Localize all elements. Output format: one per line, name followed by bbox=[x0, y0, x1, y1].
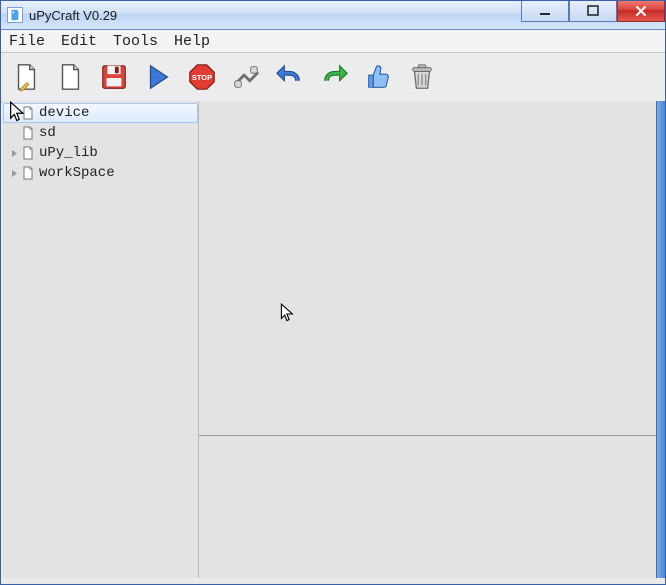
open-file-icon bbox=[55, 62, 85, 92]
run-icon bbox=[143, 62, 173, 92]
clear-button[interactable] bbox=[405, 60, 439, 94]
cursor-icon bbox=[9, 101, 27, 123]
expand-icon[interactable] bbox=[7, 146, 21, 160]
close-button[interactable] bbox=[617, 1, 665, 22]
menu-edit[interactable]: Edit bbox=[57, 31, 109, 52]
new-file-icon bbox=[11, 62, 41, 92]
svg-text:STOP: STOP bbox=[192, 73, 212, 82]
open-file-button[interactable] bbox=[53, 60, 87, 94]
body: device sd uPy_lib bbox=[3, 101, 657, 578]
expander-placeholder bbox=[7, 126, 21, 140]
sync-button[interactable] bbox=[361, 60, 395, 94]
undo-button[interactable] bbox=[273, 60, 307, 94]
console-area[interactable] bbox=[199, 436, 657, 578]
menubar: File Edit Tools Help bbox=[1, 30, 665, 53]
window-title: uPyCraft V0.29 bbox=[29, 8, 117, 23]
app-icon bbox=[7, 7, 23, 23]
tree-panel[interactable]: device sd uPy_lib bbox=[3, 101, 199, 578]
tree-item-device[interactable]: device bbox=[3, 103, 198, 123]
window-buttons bbox=[521, 1, 665, 21]
file-icon bbox=[21, 126, 35, 140]
titlebar[interactable]: uPyCraft V0.29 bbox=[1, 1, 665, 30]
file-icon bbox=[21, 166, 35, 180]
stop-icon: STOP bbox=[187, 62, 217, 92]
editor-area[interactable] bbox=[199, 101, 657, 436]
redo-icon bbox=[319, 62, 349, 92]
undo-icon bbox=[275, 62, 305, 92]
save-icon bbox=[99, 62, 129, 92]
menu-file[interactable]: File bbox=[5, 31, 57, 52]
menu-help[interactable]: Help bbox=[170, 31, 222, 52]
tree-item-label: device bbox=[39, 105, 89, 121]
minimize-button[interactable] bbox=[521, 1, 569, 22]
file-icon bbox=[21, 146, 35, 160]
menu-tools[interactable]: Tools bbox=[109, 31, 170, 52]
tree-item-label: uPy_lib bbox=[39, 145, 98, 161]
trash-icon bbox=[407, 62, 437, 92]
save-button[interactable] bbox=[97, 60, 131, 94]
scrollbar-vertical[interactable] bbox=[656, 101, 665, 578]
tree-item-label: workSpace bbox=[39, 165, 115, 181]
app-window: uPyCraft V0.29 File Edit Tools Help bbox=[0, 0, 666, 585]
editor-panel bbox=[199, 101, 657, 578]
stop-button[interactable]: STOP bbox=[185, 60, 219, 94]
connect-button[interactable] bbox=[229, 60, 263, 94]
tree-item-label: sd bbox=[39, 125, 56, 141]
cursor-icon bbox=[279, 303, 297, 325]
thumbs-up-icon bbox=[363, 62, 393, 92]
new-file-button[interactable] bbox=[9, 60, 43, 94]
expand-icon[interactable] bbox=[7, 166, 21, 180]
maximize-button[interactable] bbox=[569, 1, 617, 22]
tree-item-upylib[interactable]: uPy_lib bbox=[3, 143, 198, 163]
run-button[interactable] bbox=[141, 60, 175, 94]
redo-button[interactable] bbox=[317, 60, 351, 94]
toolbar: STOP bbox=[1, 53, 665, 102]
tree-item-workspace[interactable]: workSpace bbox=[3, 163, 198, 183]
tree-item-sd[interactable]: sd bbox=[3, 123, 198, 143]
connect-icon bbox=[231, 62, 261, 92]
